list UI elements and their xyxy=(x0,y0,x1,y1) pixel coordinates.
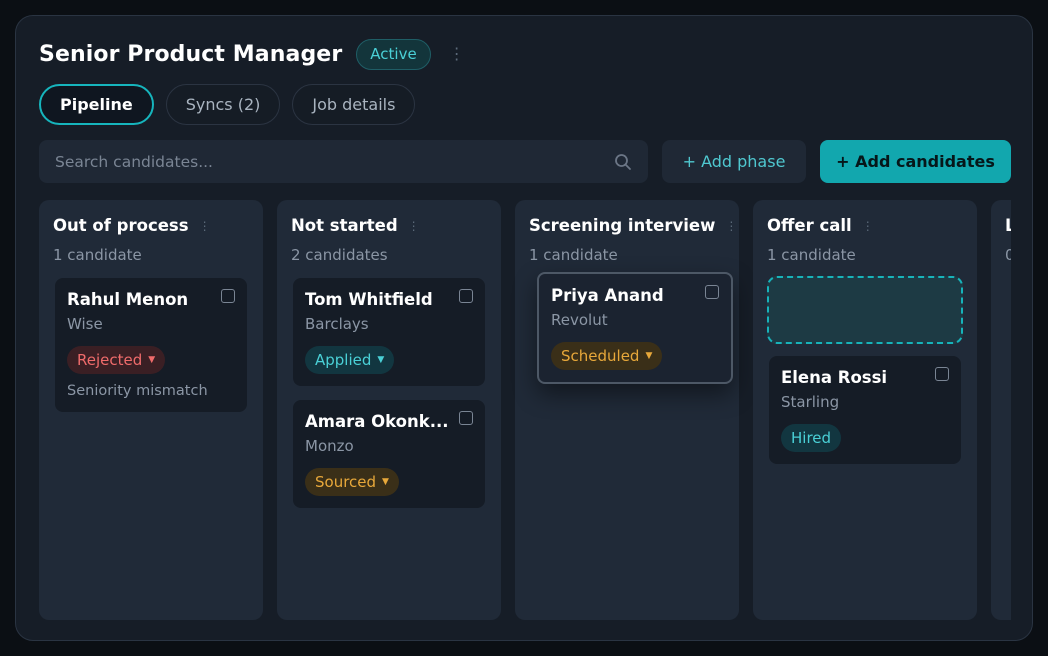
page-title: Senior Product Manager xyxy=(39,41,343,67)
tab-pipeline[interactable]: Pipeline xyxy=(39,84,154,125)
select-checkbox[interactable] xyxy=(935,367,949,381)
column-count: 2 candidates xyxy=(291,246,388,264)
candidate-name: Tom Whitfield xyxy=(305,290,433,309)
select-checkbox[interactable] xyxy=(459,411,473,425)
column-count: 0 xyxy=(1005,246,1011,264)
candidate-card[interactable]: Elena Rossi Starling Hired xyxy=(769,356,961,464)
column-count: 1 candidate xyxy=(53,246,142,264)
chevron-down-icon: ▼ xyxy=(382,476,389,487)
tab-bar: Pipeline Syncs (2) Job details xyxy=(39,84,416,125)
select-checkbox[interactable] xyxy=(705,285,719,299)
column-title: Offer call xyxy=(767,216,852,235)
column-screening-interview: Screening interview ⋮ 1 candidate Priya … xyxy=(515,200,739,620)
select-checkbox[interactable] xyxy=(221,289,235,303)
chevron-down-icon: ▼ xyxy=(148,354,156,365)
drop-placeholder[interactable] xyxy=(767,276,963,344)
chevron-down-icon: ▼ xyxy=(645,350,653,361)
column-header: Screening interview ⋮ xyxy=(529,216,737,235)
column-out-of-process: Out of process ⋮ 1 candidate Rahul Menon… xyxy=(39,200,263,620)
status-dropdown[interactable]: Scheduled ▼ xyxy=(551,342,663,370)
job-menu-icon[interactable]: ⋮ xyxy=(449,46,465,62)
search-input[interactable]: Search candidates... xyxy=(39,140,648,183)
search-placeholder: Search candidates... xyxy=(55,152,213,171)
column-header: Not started ⋮ xyxy=(291,216,420,235)
status-label: Scheduled xyxy=(561,347,640,365)
status-badge: Active xyxy=(356,38,431,70)
column-partial: L 0 xyxy=(991,200,1011,620)
status-label: Rejected xyxy=(77,351,143,369)
tab-syncs[interactable]: Syncs (2) xyxy=(165,84,281,125)
column-title: Out of process xyxy=(53,216,189,235)
candidate-card[interactable]: Rahul Menon Wise Rejected ▼ Seniority mi… xyxy=(55,278,247,412)
add-candidates-button[interactable]: + Add candidates xyxy=(820,140,1011,183)
candidate-company: Monzo xyxy=(305,437,354,455)
job-pipeline-panel: Senior Product Manager Active ⋮ Pipeline… xyxy=(15,15,1033,641)
candidate-card-dragging[interactable]: Priya Anand Revolut Scheduled ▼ xyxy=(537,272,733,384)
status-dropdown[interactable]: Rejected ▼ xyxy=(67,346,166,374)
select-checkbox[interactable] xyxy=(459,289,473,303)
candidate-name: Amara Okonk... xyxy=(305,412,449,431)
candidate-company: Wise xyxy=(67,315,103,333)
chevron-down-icon: ▼ xyxy=(377,354,385,365)
status-label: Applied xyxy=(315,351,372,369)
status-badge: Hired xyxy=(781,424,842,452)
column-menu-icon[interactable]: ⋮ xyxy=(862,220,874,232)
status-label: Sourced xyxy=(315,473,377,491)
column-menu-icon[interactable]: ⋮ xyxy=(725,220,737,232)
column-count: 1 candidate xyxy=(529,246,618,264)
candidate-card[interactable]: Amara Okonk... Monzo Sourced ▼ xyxy=(293,400,485,508)
candidate-company: Barclays xyxy=(305,315,369,333)
column-title: Screening interview xyxy=(529,216,716,235)
column-title: Not started xyxy=(291,216,398,235)
status-dropdown[interactable]: Applied ▼ xyxy=(305,346,395,374)
candidate-company: Revolut xyxy=(551,311,608,329)
rejection-reason: Seniority mismatch xyxy=(67,383,208,399)
column-header: Out of process ⋮ xyxy=(53,216,211,235)
title-row: Senior Product Manager Active ⋮ xyxy=(39,38,465,70)
candidate-name: Elena Rossi xyxy=(781,368,888,387)
tab-job-details[interactable]: Job details xyxy=(292,84,416,125)
candidate-name: Rahul Menon xyxy=(67,290,189,309)
column-header: Offer call ⋮ xyxy=(767,216,874,235)
column-title: L xyxy=(1005,216,1011,235)
add-phase-button[interactable]: + Add phase xyxy=(662,140,806,183)
search-icon xyxy=(615,153,631,170)
candidate-card[interactable]: Tom Whitfield Barclays Applied ▼ xyxy=(293,278,485,386)
candidate-company: Starling xyxy=(781,393,840,411)
pipeline-board: Out of process ⋮ 1 candidate Rahul Menon… xyxy=(39,200,1011,620)
candidate-name: Priya Anand xyxy=(551,286,664,305)
column-not-started: Not started ⋮ 2 candidates Tom Whitfield… xyxy=(277,200,501,620)
column-count: 1 candidate xyxy=(767,246,856,264)
status-label: Hired xyxy=(791,429,832,447)
column-menu-icon[interactable]: ⋮ xyxy=(408,220,420,232)
status-dropdown[interactable]: Sourced ▼ xyxy=(305,468,399,496)
column-offer-call: Offer call ⋮ 1 candidate Elena Rossi Sta… xyxy=(753,200,977,620)
column-menu-icon[interactable]: ⋮ xyxy=(199,220,211,232)
